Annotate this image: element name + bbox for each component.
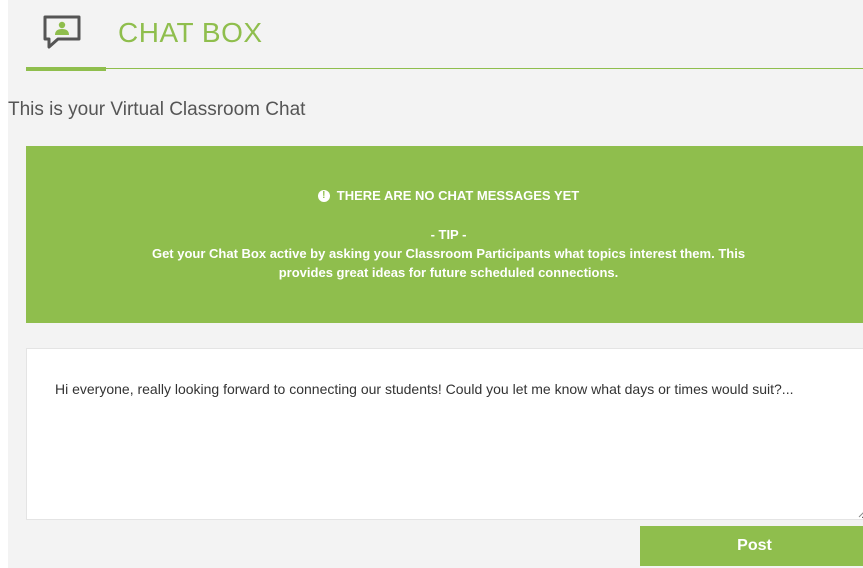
exclamation-circle-icon: !: [317, 189, 330, 202]
page-subtitle: This is your Virtual Classroom Chat: [8, 99, 306, 120]
header-divider: [26, 68, 863, 69]
notice-heading: ! THERE ARE NO CHAT MESSAGES YET: [26, 186, 863, 205]
chat-box-panel: CHAT BOX This is your Virtual Classroom …: [0, 0, 863, 568]
resize-handle-icon[interactable]: [856, 506, 863, 518]
tip-label: - TIP -: [430, 227, 467, 242]
tip-text: Get your Chat Box active by asking your …: [151, 246, 746, 280]
empty-chat-notice: ! THERE ARE NO CHAT MESSAGES YET - TIP -…: [26, 146, 863, 323]
chat-user-icon: [43, 15, 81, 49]
chat-box-header: CHAT BOX: [18, 0, 863, 72]
page-title: CHAT BOX: [118, 17, 263, 48]
post-button[interactable]: Post: [640, 526, 863, 566]
header-divider-accent: [26, 67, 106, 71]
notice-heading-text: THERE ARE NO CHAT MESSAGES YET: [336, 188, 580, 203]
chat-message-input[interactable]: Hi everyone, really looking forward to c…: [26, 348, 863, 520]
